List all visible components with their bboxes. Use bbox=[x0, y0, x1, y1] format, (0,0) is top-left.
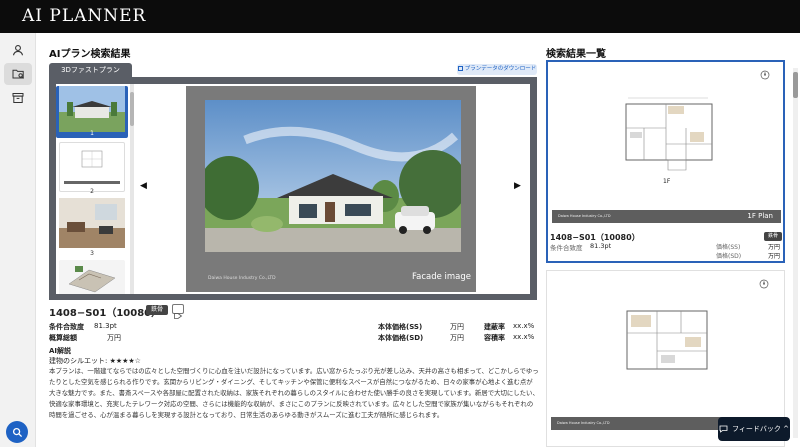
price-sd-value: 万円 bbox=[450, 334, 464, 342]
structure-badge: 鉄骨 bbox=[146, 305, 168, 315]
estimate-value: 万円 bbox=[107, 334, 121, 342]
search-icon bbox=[12, 427, 22, 437]
chat-icon bbox=[719, 425, 728, 433]
slide-brand-caption: Daiwa House Industry Co.,LTD bbox=[208, 276, 276, 281]
page-title: AIプラン検索結果 bbox=[49, 49, 131, 60]
card-ss-value: 万円 bbox=[768, 244, 781, 251]
user-button[interactable] bbox=[4, 39, 32, 61]
silhouette-rating: 建物のシルエット: ★★★★☆ bbox=[49, 357, 141, 365]
feedback-label: フィードバック ^ bbox=[732, 425, 789, 433]
card-sd-label: 価格(SD) bbox=[716, 253, 742, 260]
card-ss-label: 価格(SS) bbox=[716, 244, 741, 251]
thumbnail-1[interactable] bbox=[59, 86, 125, 136]
feedback-button[interactable]: フィードバック ^ bbox=[718, 417, 790, 441]
coverage-label: 建蔽率 bbox=[484, 323, 505, 331]
tab-3d-fast-plan[interactable]: 3Dファストプラン bbox=[49, 63, 132, 77]
match-label: 条件合致度 bbox=[49, 323, 84, 331]
plan-footer-brand-2: Daiwa House Industry Co.,LTD bbox=[557, 421, 610, 425]
tag-button[interactable] bbox=[172, 304, 184, 319]
results-scrollbar-thumb[interactable] bbox=[793, 72, 798, 98]
external-link-icon bbox=[457, 66, 463, 71]
ai-heading: AI解説 bbox=[49, 347, 72, 355]
folder-search-icon bbox=[12, 69, 24, 79]
thumbnail-3[interactable] bbox=[59, 198, 125, 248]
user-icon bbox=[12, 45, 24, 56]
facade-image bbox=[205, 100, 461, 252]
app-logo: AI PLANNER bbox=[22, 6, 147, 26]
next-arrow-icon[interactable]: ▶ bbox=[514, 181, 521, 191]
archive-button[interactable] bbox=[4, 87, 32, 109]
search-fab-button[interactable] bbox=[6, 421, 28, 443]
thumbnail-strip[interactable]: 1 2 3 bbox=[56, 84, 130, 294]
price-sd-label: 本体価格(SD) bbox=[378, 334, 424, 342]
top-bar: AI PLANNER bbox=[0, 0, 800, 33]
estimate-label: 概算総額 bbox=[49, 334, 77, 342]
card-structure-badge: 鉄骨 bbox=[764, 232, 782, 241]
floor-label: 1F bbox=[663, 178, 671, 185]
plan-id: 1408−S01（10080） bbox=[49, 308, 162, 319]
plan-footer-brand: Daiwa House Industry Co.,LTD bbox=[558, 214, 611, 218]
thumbnail-2-number: 2 bbox=[90, 188, 94, 195]
folder-search-button[interactable] bbox=[4, 63, 32, 85]
thumbnail-2[interactable] bbox=[59, 142, 125, 192]
card-sd-value: 万円 bbox=[768, 253, 781, 260]
floorplan-drawing bbox=[626, 310, 708, 370]
match-value: 81.3pt bbox=[94, 322, 117, 330]
result-card-1[interactable]: 1F Daiwa House Industry Co.,LTD 1F Plan … bbox=[546, 60, 785, 263]
floorplan-drawing bbox=[625, 97, 713, 171]
thumbnail-4[interactable] bbox=[59, 260, 125, 294]
thumbnail-facade-image bbox=[59, 86, 125, 132]
card-match-label: 条件合致度 bbox=[550, 244, 583, 252]
prev-arrow-icon[interactable]: ◀ bbox=[140, 181, 147, 191]
floor-area-ratio-value: xx.x% bbox=[513, 333, 535, 341]
floor-area-ratio-label: 容積率 bbox=[484, 334, 505, 342]
plan-footer-bar: Daiwa House Industry Co.,LTD 1F Plan bbox=[552, 210, 781, 223]
download-label: プランデータのダウンロード bbox=[464, 66, 537, 72]
price-ss-value: 万円 bbox=[450, 323, 464, 331]
plan-footer-label: 1F Plan bbox=[747, 212, 773, 220]
thumbnail-3d-plan-image bbox=[68, 266, 116, 293]
results-title: 検索結果一覧 bbox=[546, 49, 606, 60]
thumbnail-interior-image bbox=[59, 198, 125, 248]
results-scrollbar[interactable] bbox=[793, 68, 798, 438]
price-ss-label: 本体価格(SS) bbox=[378, 323, 423, 331]
card-match-value: 81.3pt bbox=[590, 242, 612, 250]
thumbnail-floorplan-image bbox=[64, 150, 120, 184]
compass-icon bbox=[759, 279, 769, 289]
ai-description: 本プランは、一階建てならではの広々とした空間づくりに心血を注いだ設計になっていま… bbox=[49, 367, 539, 419]
archive-icon bbox=[12, 93, 24, 103]
compass-icon bbox=[760, 70, 770, 80]
left-rail bbox=[0, 33, 36, 447]
coverage-value: xx.x% bbox=[513, 322, 535, 330]
tag-icon bbox=[174, 313, 183, 319]
thumbnail-3-label: 3 bbox=[90, 250, 94, 257]
slide-caption: Facade image bbox=[412, 272, 472, 282]
thumbnail-1-number: 1 bbox=[90, 130, 94, 137]
download-plan-button[interactable]: プランデータのダウンロード bbox=[457, 64, 537, 75]
